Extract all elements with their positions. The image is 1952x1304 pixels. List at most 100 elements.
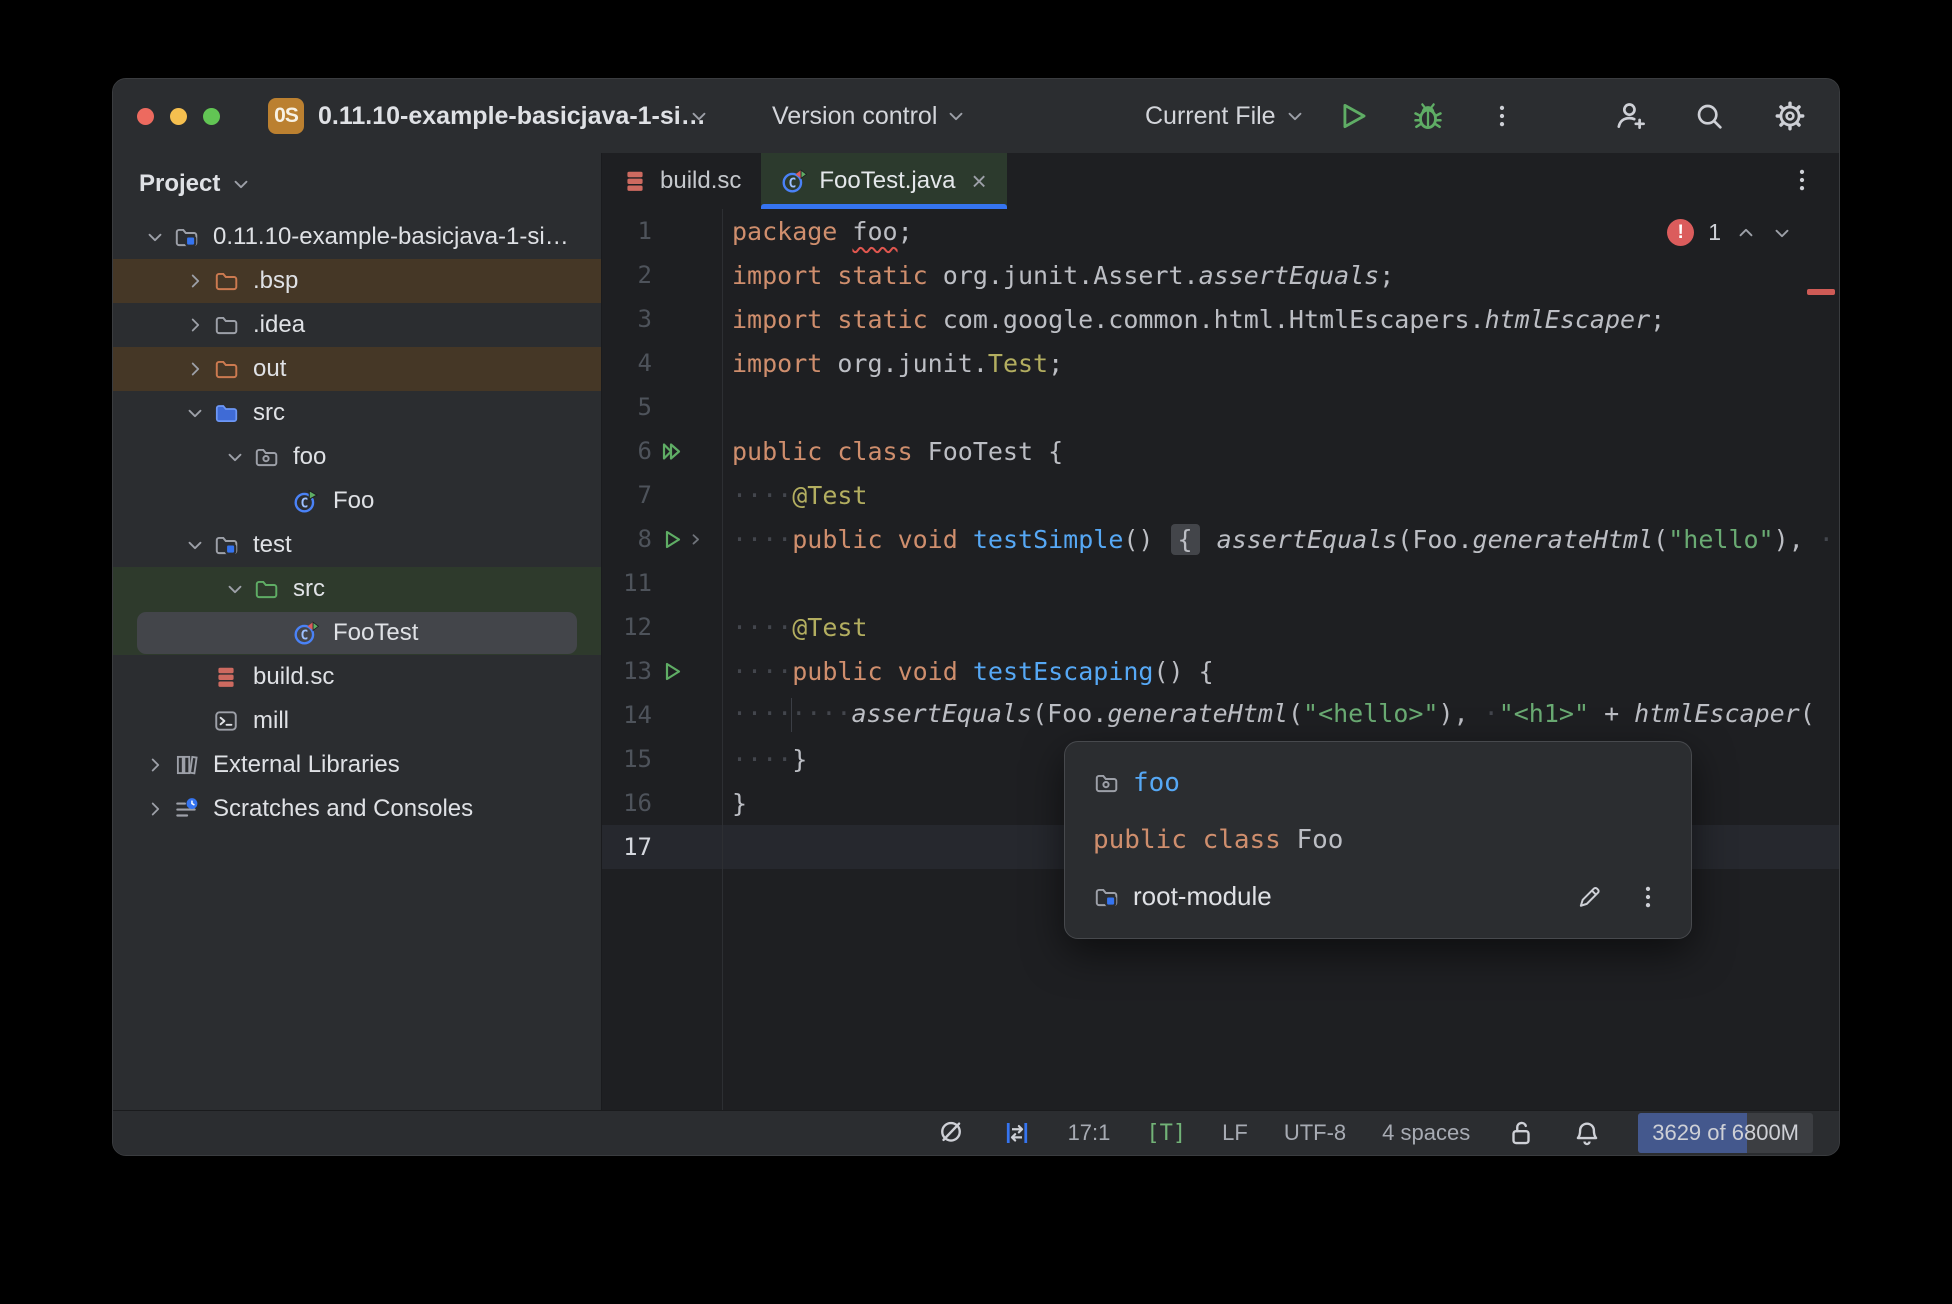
tree-item-footest[interactable]: C FooTest [113,611,601,655]
previous-error-button[interactable] [1735,222,1757,244]
search-everywhere-button[interactable] [1693,100,1725,132]
popup-row-code[interactable]: public class Foo [1065,811,1691,868]
tree-item-src[interactable]: src [113,567,601,611]
traffic-lights [137,107,220,125]
file-type-badge[interactable]: [T] [1146,1121,1186,1146]
line-number: 14 [623,701,652,729]
code-line-7[interactable]: 7 ····@Test [602,473,1839,517]
status-bar: 17:1 [T] LF UTF-8 4 spaces 3629 of 6800M [113,1110,1839,1155]
code-line-5[interactable]: 5 [602,385,1839,429]
tree-item-label: Foo [333,487,375,514]
code-line-11[interactable]: 11 [602,561,1839,605]
tree-item-test[interactable]: test [113,523,601,567]
run-configuration-label: Current File [1145,101,1276,130]
chevron-right-icon[interactable] [184,270,206,292]
memory-indicator[interactable]: 3629 of 6800M [1638,1113,1813,1153]
run-icon[interactable] [660,527,684,551]
code-line-1[interactable]: 1 package foo; [602,209,1839,253]
fold-arrow-icon[interactable] [686,529,706,549]
code-text: package foo; [732,216,913,246]
project-tree: 0.11.10-example-basicjava-1-si… .bsp .idea… [113,215,601,831]
inspections-widget[interactable] [936,1118,966,1148]
code-text: ····@Test [732,612,868,642]
chevron-right-icon[interactable] [144,798,166,820]
code-with-me-button[interactable] [1611,99,1645,133]
chevron-down-icon[interactable] [224,446,246,468]
tree-item-label: src [293,575,325,602]
code-text: ····public void testSimple() { assertEqu… [732,523,1839,555]
project-badge[interactable]: 0S [268,98,304,134]
tree-item-scratches-and-consoles[interactable]: Scratches and Consoles [113,787,601,831]
tree-item-external-libraries[interactable]: External Libraries [113,743,601,787]
popup-row-module[interactable]: root-module [1065,868,1691,925]
tree-item-src[interactable]: src [113,391,601,435]
settings-button[interactable] [1773,99,1807,133]
code-text: ····} [732,744,808,774]
code-line-2[interactable]: 2 import static org.junit.Assert.assertEq… [602,253,1839,297]
chevron-down-icon[interactable] [184,534,206,556]
close-tab-icon[interactable]: × [971,166,986,197]
tree-item-out[interactable]: out [113,347,601,391]
code-line-4[interactable]: 4 import org.junit.Test; [602,341,1839,385]
tree-item-bsp[interactable]: .bsp [113,259,601,303]
error-stripe-mark[interactable] [1807,289,1835,295]
minimize-window-button[interactable] [170,107,187,125]
tree-item-foo[interactable]: foo [113,435,601,479]
tree-item-label: foo [293,443,327,470]
tree-item-build-sc[interactable]: build.sc [113,655,601,699]
code-line-6[interactable]: 6 public class FooTest { [602,429,1839,473]
code-line-8[interactable]: 8 ····public void testSimple() { assertEq… [602,517,1839,561]
code-line-3[interactable]: 3 import static com.google.common.html.Ht… [602,297,1839,341]
debug-button[interactable] [1411,99,1445,133]
tree-item-mill[interactable]: mill [113,699,601,743]
popup-row-package[interactable]: foo [1065,754,1691,811]
chevron-down-icon[interactable] [144,226,166,248]
tree-item-foo[interactable]: C Foo [113,479,601,523]
project-title[interactable]: 0.11.10-example-basicjava-1-si… [318,102,706,131]
folder-test-icon [253,576,279,602]
line-number: 15 [623,745,652,773]
line-number: 11 [623,569,652,597]
code-editor[interactable]: 1 package foo; 2 import static org.junit.As… [602,209,1839,1110]
code-line-13[interactable]: 13 ····public void testEscaping() { [602,649,1839,693]
code-text: } [732,788,748,818]
line-number: 7 [637,481,652,509]
version-control-widget[interactable]: Version control [772,102,967,131]
code-line-14[interactable]: 14 ········assertEquals(Foo.generateHtml(… [602,693,1839,737]
code-vision-widget[interactable] [1002,1118,1032,1148]
tree-item-0-11-10-example-basicjava-1-si[interactable]: 0.11.10-example-basicjava-1-si… [113,215,601,259]
editor-tab-footest-java[interactable]: C FooTest.java × [761,153,1007,209]
indent-style[interactable]: 4 spaces [1382,1120,1470,1146]
more-actions-button[interactable] [1487,101,1517,131]
tree-item-label: .idea [253,311,306,338]
chevron-right-icon[interactable] [184,358,206,380]
encoding[interactable]: UTF-8 [1284,1120,1346,1146]
project-panel-header[interactable]: Project [113,153,601,215]
chevron-down-icon[interactable] [224,578,246,600]
inspections-summary-widget[interactable]: ! 1 [1667,219,1793,246]
chevron-right-icon[interactable] [184,314,206,336]
run-configuration-widget[interactable]: Current File [1145,102,1306,131]
readonly-toggle[interactable] [1506,1118,1536,1148]
zoom-window-button[interactable] [203,107,220,125]
chevron-down-icon [945,105,967,127]
kebab-icon[interactable] [1633,882,1663,912]
code-line-12[interactable]: 12 ····@Test [602,605,1839,649]
run-icon[interactable] [660,659,684,683]
popup-module-label: root-module [1133,881,1272,911]
tree-item-label: .bsp [253,267,299,294]
notifications[interactable] [1572,1118,1602,1148]
pencil-icon[interactable] [1575,883,1603,911]
line-separator[interactable]: LF [1222,1120,1248,1146]
tree-item-idea[interactable]: .idea [113,303,601,347]
editor-tab-build-sc[interactable]: build.sc [602,153,761,209]
run-button[interactable] [1335,99,1369,133]
run-all-icon[interactable] [660,439,684,463]
next-error-button[interactable] [1771,222,1793,244]
tab-options-button[interactable] [1787,165,1817,195]
close-window-button[interactable] [137,107,154,125]
line-number: 2 [637,261,652,289]
chevron-right-icon[interactable] [144,754,166,776]
caret-position[interactable]: 17:1 [1068,1120,1111,1146]
chevron-down-icon[interactable] [184,402,206,424]
